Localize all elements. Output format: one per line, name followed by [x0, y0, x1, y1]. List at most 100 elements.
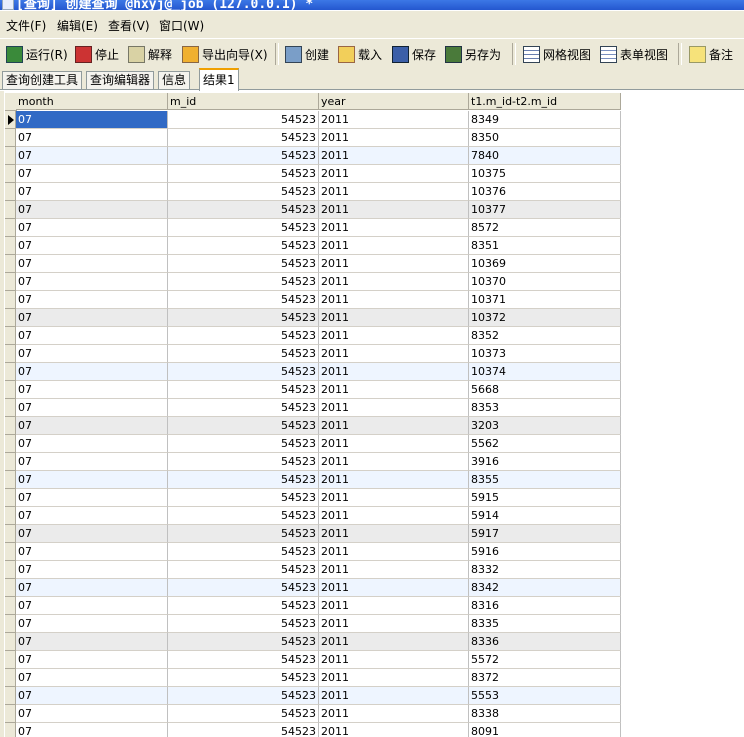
row-header[interactable] [5, 507, 16, 525]
table-cell-month[interactable]: 07 [16, 291, 168, 309]
table-cell-year[interactable]: 2011 [319, 597, 469, 615]
row-header[interactable] [5, 291, 16, 309]
table-cell-year[interactable]: 2011 [319, 291, 469, 309]
table-cell-m-id[interactable]: 54523 [168, 381, 319, 399]
save-button[interactable]: 保存 [392, 45, 436, 63]
row-header[interactable] [5, 615, 16, 633]
row-header[interactable] [5, 363, 16, 381]
table-cell-diff[interactable]: 8349 [469, 111, 621, 129]
table-cell-year[interactable]: 2011 [319, 723, 469, 737]
table-row[interactable]: 07 54523 2011 8353 [5, 399, 621, 417]
table-row[interactable]: 07 54523 2011 8372 [5, 669, 621, 687]
table-cell-diff[interactable]: 8352 [469, 327, 621, 345]
table-cell-month[interactable]: 07 [16, 165, 168, 183]
table-cell-month[interactable]: 07 [16, 201, 168, 219]
table-row[interactable]: 07 54523 2011 5915 [5, 489, 621, 507]
table-row[interactable]: 07 54523 2011 8572 [5, 219, 621, 237]
table-row[interactable]: 07 54523 2011 10370 [5, 273, 621, 291]
table-row[interactable]: 07 54523 2011 7840 [5, 147, 621, 165]
table-cell-year[interactable]: 2011 [319, 489, 469, 507]
row-header[interactable] [5, 579, 16, 597]
column-header-year[interactable]: year [319, 93, 469, 110]
table-cell-diff[interactable]: 10372 [469, 309, 621, 327]
table-cell-month[interactable]: 07 [16, 471, 168, 489]
table-cell-year[interactable]: 2011 [319, 147, 469, 165]
table-cell-month[interactable]: 07 [16, 273, 168, 291]
table-row[interactable]: 07 54523 2011 5572 [5, 651, 621, 669]
table-cell-year[interactable]: 2011 [319, 453, 469, 471]
table-cell-year[interactable]: 2011 [319, 129, 469, 147]
table-cell-year[interactable]: 2011 [319, 669, 469, 687]
table-cell-m-id[interactable]: 54523 [168, 633, 319, 651]
table-row[interactable]: 07 54523 2011 8350 [5, 129, 621, 147]
tab-result-1[interactable]: 结果1 [199, 68, 239, 91]
table-cell-month[interactable]: 07 [16, 309, 168, 327]
table-row[interactable]: 07 54523 2011 8336 [5, 633, 621, 651]
table-cell-m-id[interactable]: 54523 [168, 489, 319, 507]
table-cell-diff[interactable]: 8316 [469, 597, 621, 615]
row-header[interactable] [5, 705, 16, 723]
table-cell-diff[interactable]: 8091 [469, 723, 621, 737]
table-cell-month[interactable]: 07 [16, 597, 168, 615]
table-cell-month[interactable]: 07 [16, 651, 168, 669]
table-cell-month[interactable]: 07 [16, 399, 168, 417]
table-cell-diff[interactable]: 5668 [469, 381, 621, 399]
table-cell-m-id[interactable]: 54523 [168, 183, 319, 201]
table-cell-diff[interactable]: 10373 [469, 345, 621, 363]
table-row[interactable]: 07 54523 2011 8338 [5, 705, 621, 723]
table-cell-m-id[interactable]: 54523 [168, 543, 319, 561]
table-cell-year[interactable]: 2011 [319, 255, 469, 273]
table-cell-year[interactable]: 2011 [319, 507, 469, 525]
table-cell-year[interactable]: 2011 [319, 219, 469, 237]
tab-query-editor[interactable]: 查询编辑器 [86, 71, 155, 89]
row-header[interactable] [5, 669, 16, 687]
table-row[interactable]: 07 54523 2011 8091 [5, 723, 621, 737]
table-cell-diff[interactable]: 8572 [469, 219, 621, 237]
table-cell-diff[interactable]: 8336 [469, 633, 621, 651]
table-cell-diff[interactable]: 8355 [469, 471, 621, 489]
row-header[interactable] [5, 525, 16, 543]
table-cell-diff[interactable]: 8335 [469, 615, 621, 633]
table-cell-year[interactable]: 2011 [319, 579, 469, 597]
table-cell-month[interactable]: 07 [16, 111, 168, 129]
table-cell-m-id[interactable]: 54523 [168, 597, 319, 615]
table-cell-diff[interactable]: 5572 [469, 651, 621, 669]
row-header[interactable] [5, 219, 16, 237]
table-row[interactable]: 07 54523 2011 8349 [5, 111, 621, 129]
row-header[interactable] [5, 435, 16, 453]
table-cell-diff[interactable]: 8332 [469, 561, 621, 579]
stop-button[interactable]: 停止 [75, 45, 119, 63]
row-header[interactable] [5, 687, 16, 705]
table-row[interactable]: 07 54523 2011 5914 [5, 507, 621, 525]
table-row[interactable]: 07 54523 2011 8355 [5, 471, 621, 489]
table-cell-diff[interactable]: 7840 [469, 147, 621, 165]
column-header-month[interactable]: month [16, 93, 168, 110]
row-header[interactable] [5, 309, 16, 327]
table-cell-m-id[interactable]: 54523 [168, 687, 319, 705]
table-cell-diff[interactable]: 5916 [469, 543, 621, 561]
table-cell-diff[interactable]: 5553 [469, 687, 621, 705]
table-cell-month[interactable]: 07 [16, 183, 168, 201]
table-cell-month[interactable]: 07 [16, 579, 168, 597]
table-cell-m-id[interactable]: 54523 [168, 723, 319, 737]
row-header[interactable] [5, 597, 16, 615]
table-cell-year[interactable]: 2011 [319, 543, 469, 561]
table-cell-month[interactable]: 07 [16, 345, 168, 363]
table-cell-month[interactable]: 07 [16, 363, 168, 381]
row-header[interactable] [5, 183, 16, 201]
table-cell-diff[interactable]: 8338 [469, 705, 621, 723]
table-cell-month[interactable]: 07 [16, 453, 168, 471]
table-row[interactable]: 07 54523 2011 8335 [5, 615, 621, 633]
memo-button[interactable]: 备注 [689, 45, 733, 63]
row-header[interactable] [5, 129, 16, 147]
table-cell-diff[interactable]: 10376 [469, 183, 621, 201]
table-cell-year[interactable]: 2011 [319, 651, 469, 669]
row-header[interactable] [5, 255, 16, 273]
table-row[interactable]: 07 54523 2011 10372 [5, 309, 621, 327]
export-wizard-button[interactable]: 导出向导(X) [182, 45, 268, 63]
table-cell-month[interactable]: 07 [16, 381, 168, 399]
table-cell-diff[interactable]: 10377 [469, 201, 621, 219]
row-header[interactable] [5, 237, 16, 255]
table-cell-year[interactable]: 2011 [319, 633, 469, 651]
table-cell-diff[interactable]: 10375 [469, 165, 621, 183]
